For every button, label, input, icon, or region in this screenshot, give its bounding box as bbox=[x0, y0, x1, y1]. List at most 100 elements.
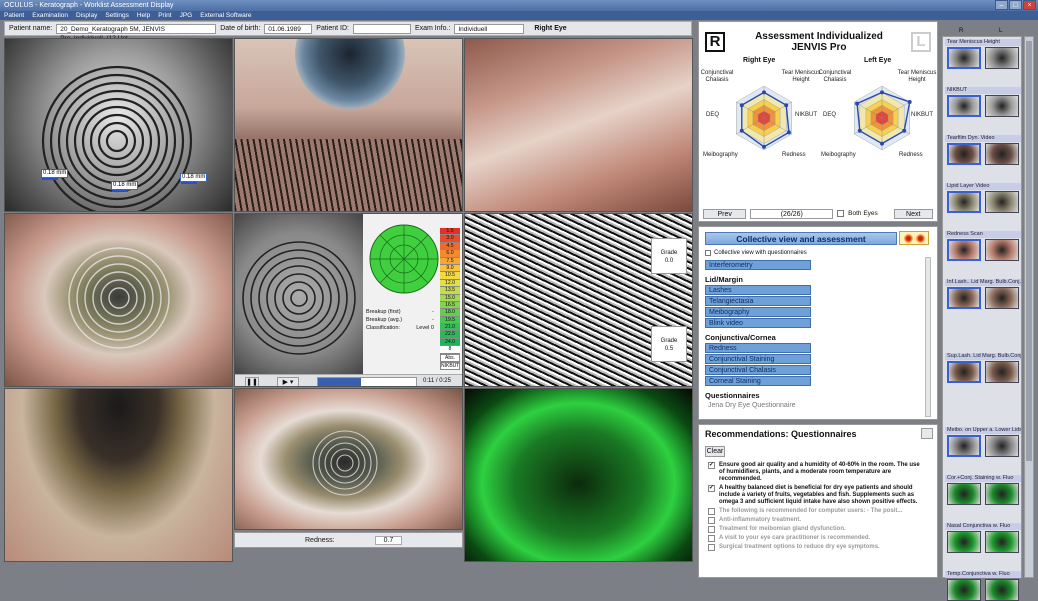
recommendation-checkbox[interactable] bbox=[708, 535, 715, 542]
collective-list: Interferometry Lid/Margin Lashes Telangiec… bbox=[699, 259, 939, 411]
fluo-staining-image[interactable] bbox=[464, 388, 693, 562]
lashes bbox=[235, 139, 462, 211]
thumbnail-image[interactable] bbox=[985, 435, 1019, 457]
axis-label-nikbut-l: NIKBUT bbox=[911, 112, 934, 118]
meibography-image[interactable]: Grade 0.0 Grade 0.5 bbox=[464, 213, 693, 387]
minimize-icon[interactable]: – bbox=[995, 0, 1008, 10]
axis-label-meibo-l: Meibography bbox=[821, 152, 856, 158]
thumbnail-image[interactable] bbox=[985, 361, 1019, 383]
redness-label: Redness: bbox=[305, 536, 335, 544]
menu-patient[interactable]: Patient bbox=[4, 11, 24, 20]
menu-print[interactable]: Print bbox=[158, 11, 171, 20]
recommendation-checkbox[interactable]: ✓ bbox=[708, 485, 716, 492]
thumb-label: Meibo. on Upper a. Lower Lids bbox=[945, 427, 1021, 434]
lipid-layer-image[interactable] bbox=[4, 388, 233, 562]
clear-button[interactable]: Clear bbox=[705, 446, 725, 457]
collective-scrollbar[interactable] bbox=[925, 257, 931, 417]
item-interferometry[interactable]: Interferometry bbox=[705, 260, 811, 270]
nikbut-color-scale: 1.5 3.0 4.5 6.0 7.5 9.0 10.5 12.0 13.5 15.0 16.5 18… bbox=[440, 228, 460, 370]
recommendation-item: A visit to your eye care practitioner is… bbox=[708, 535, 927, 542]
right-eye-badge[interactable]: R bbox=[705, 32, 725, 52]
recommendation-checkbox[interactable] bbox=[708, 544, 715, 551]
thumbnail-image[interactable] bbox=[985, 531, 1019, 553]
collective-item[interactable]: Conjunctival Staining bbox=[705, 354, 811, 364]
dob-field[interactable]: 01.06.1989 bbox=[264, 23, 313, 34]
collective-item[interactable]: Meibography bbox=[705, 307, 811, 317]
thumbnail-image[interactable] bbox=[985, 143, 1019, 165]
thumbnail-image[interactable] bbox=[947, 47, 981, 69]
tear-meniscus-image[interactable] bbox=[234, 38, 463, 212]
collective-item[interactable]: Corneal Staining bbox=[705, 376, 811, 386]
iris bbox=[295, 39, 405, 109]
measurement-1: 0.18 mm bbox=[41, 169, 69, 180]
thumbnail-image[interactable] bbox=[985, 95, 1019, 117]
thumbnail-image[interactable] bbox=[985, 483, 1019, 505]
eye-icon bbox=[903, 233, 913, 243]
left-eye-badge[interactable]: L bbox=[911, 32, 931, 52]
thumbnail-image[interactable] bbox=[947, 287, 981, 309]
menu-jpg[interactable]: JPG bbox=[180, 11, 193, 20]
thumbnail-image[interactable] bbox=[947, 435, 981, 457]
collective-item[interactable]: Redness bbox=[705, 343, 811, 353]
thumbnail-scrollbar[interactable] bbox=[1024, 36, 1034, 578]
placido-image-1[interactable]: 0.18 mm 0.18 mm 0.18 mm bbox=[4, 38, 233, 212]
video-progress-bar[interactable] bbox=[317, 377, 417, 386]
collective-item[interactable]: Blink video bbox=[705, 318, 811, 328]
collective-item[interactable]: Lashes bbox=[705, 285, 811, 295]
bulbar-conjunctiva-image[interactable] bbox=[464, 38, 693, 212]
exam-info-field[interactable]: Individuell bbox=[454, 23, 525, 34]
maximize-icon[interactable]: □ bbox=[1009, 0, 1022, 10]
menu-bar: Patient Examination Display Settings Hel… bbox=[0, 11, 1038, 20]
left-eye-radar-chart bbox=[854, 85, 912, 151]
scale-abs-label: Abs. bbox=[440, 353, 460, 362]
collective-section-title: Lid/Margin bbox=[705, 275, 743, 284]
menu-examination[interactable]: Examination bbox=[32, 11, 68, 20]
both-eyes-checkbox[interactable] bbox=[837, 210, 845, 217]
thumbnail-image[interactable] bbox=[947, 579, 981, 601]
menu-help[interactable]: Help bbox=[137, 11, 150, 20]
eye-toggle-button[interactable] bbox=[899, 231, 929, 245]
recommendation-checkbox[interactable] bbox=[708, 517, 715, 524]
menu-display[interactable]: Display bbox=[76, 11, 97, 20]
recommendation-checkbox[interactable] bbox=[708, 508, 715, 515]
thumbnail-image[interactable] bbox=[985, 287, 1019, 309]
measurement-3: 0.18 mm bbox=[180, 173, 208, 184]
thumbnail-image[interactable] bbox=[947, 191, 981, 213]
patient-id-field[interactable] bbox=[352, 23, 411, 34]
recommendations-collapse-button[interactable] bbox=[921, 428, 933, 439]
scroll-thumb[interactable] bbox=[1026, 41, 1032, 461]
recommendation-checkbox[interactable] bbox=[708, 526, 715, 533]
scale-step: 4.5 bbox=[440, 242, 460, 251]
nikbut-image[interactable] bbox=[235, 214, 363, 374]
thumbnail-image[interactable] bbox=[947, 361, 981, 383]
collective-title-button[interactable]: Collective view and assessment bbox=[705, 232, 897, 245]
patient-id-label: Patient ID: bbox=[316, 25, 349, 32]
thumbnail-image[interactable] bbox=[947, 143, 981, 165]
next-button[interactable]: Next bbox=[893, 208, 933, 219]
thumbnail-image[interactable] bbox=[985, 239, 1019, 261]
scale-step: 15.0 bbox=[440, 294, 460, 302]
scale-nikbut-label: NIKBUT bbox=[440, 361, 460, 370]
menu-external-software[interactable]: External Software bbox=[200, 11, 251, 20]
thumbnail-image[interactable] bbox=[985, 191, 1019, 213]
patient-name-field[interactable]: 20_Demo_Keratograph 5M, JENVIS Pro_Indiv… bbox=[56, 23, 217, 42]
thumbnail-image[interactable] bbox=[947, 483, 981, 505]
redness-image[interactable] bbox=[234, 388, 463, 530]
collective-item[interactable]: Jena Dry Eye Questionnaire bbox=[705, 401, 811, 411]
menu-settings[interactable]: Settings bbox=[105, 11, 129, 20]
close-icon[interactable]: × bbox=[1023, 0, 1036, 10]
collective-item[interactable]: Telangiectasia bbox=[705, 296, 811, 306]
with-questionnaires-checkbox[interactable] bbox=[705, 250, 711, 256]
thumbnail-image[interactable] bbox=[947, 531, 981, 553]
thumbnail-image[interactable] bbox=[947, 239, 981, 261]
recommendation-checkbox[interactable]: ✓ bbox=[708, 462, 716, 469]
pause-button[interactable]: ❚❚ bbox=[245, 377, 259, 386]
thumbnail-image[interactable] bbox=[985, 579, 1019, 601]
prev-button[interactable]: Prev bbox=[703, 208, 747, 219]
thumbnail-image[interactable] bbox=[947, 95, 981, 117]
collective-item[interactable]: Conjunctival Chalasis bbox=[705, 365, 811, 375]
thumbnail-image[interactable] bbox=[985, 47, 1019, 69]
placido-image-2[interactable] bbox=[4, 213, 233, 387]
scale-step: 8 bbox=[440, 346, 460, 354]
playback-options-button[interactable]: ▶ ▾ bbox=[277, 377, 299, 386]
